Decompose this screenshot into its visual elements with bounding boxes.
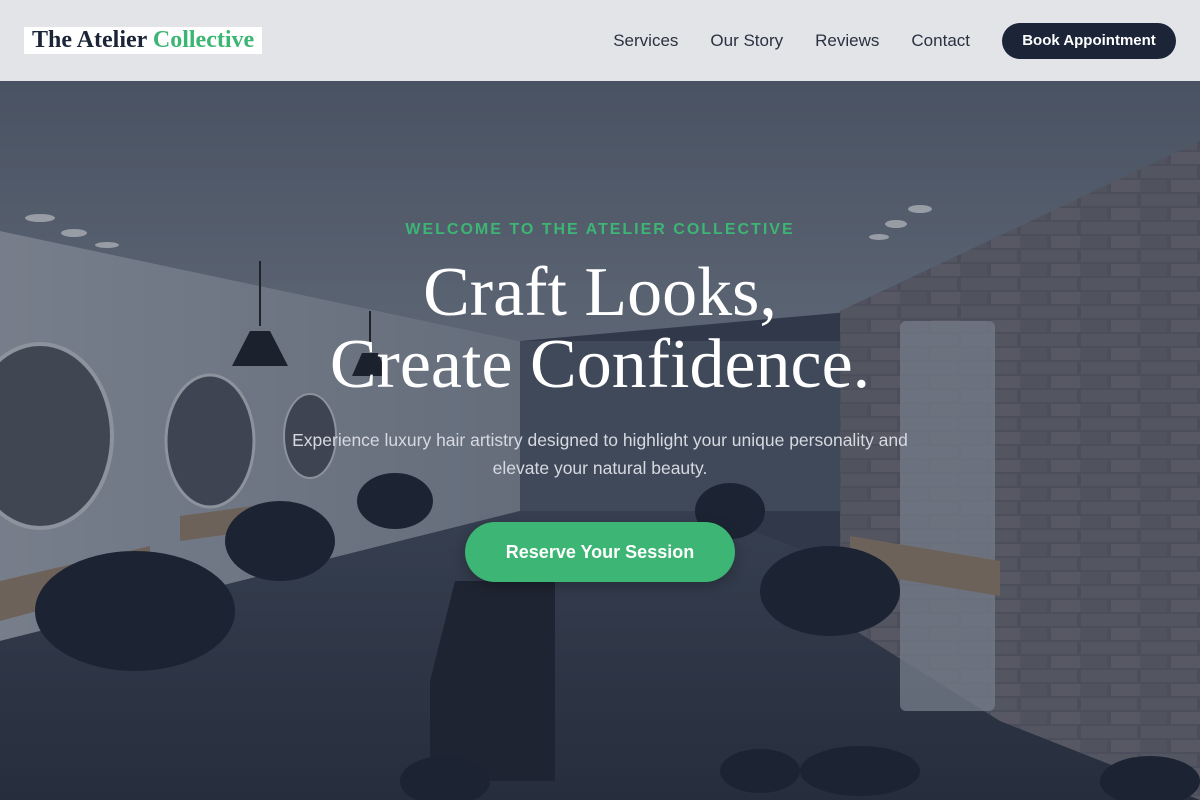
- brand-logo[interactable]: The Atelier Collective: [24, 27, 263, 54]
- hero-content: WELCOME TO THE ATELIER COLLECTIVE Craft …: [0, 81, 1200, 800]
- nav-link-reviews[interactable]: Reviews: [815, 31, 879, 51]
- hero-headline-line2: Create Confidence.: [329, 326, 871, 403]
- nav-link-services[interactable]: Services: [613, 31, 678, 51]
- reserve-session-button[interactable]: Reserve Your Session: [465, 522, 735, 582]
- nav-link-contact[interactable]: Contact: [911, 31, 970, 51]
- nav-link-our-story[interactable]: Our Story: [710, 31, 783, 51]
- hero-subtitle: Experience luxury hair artistry designed…: [292, 430, 908, 478]
- brand-name-accent: Collective: [152, 27, 255, 53]
- main-nav: Services Our Story Reviews Contact Book …: [613, 22, 1176, 59]
- hero-section: WELCOME TO THE ATELIER COLLECTIVE Craft …: [0, 81, 1200, 800]
- hero-headline: Craft Looks, Create Confidence.: [0, 257, 1200, 401]
- site-header: The Atelier Collective Services Our Stor…: [0, 0, 1200, 81]
- brand-name-primary: The Atelier: [32, 27, 147, 53]
- hero-headline-line1: Craft Looks,: [423, 254, 777, 331]
- hero-eyebrow: WELCOME TO THE ATELIER COLLECTIVE: [405, 221, 795, 238]
- book-appointment-button[interactable]: Book Appointment: [1002, 22, 1176, 59]
